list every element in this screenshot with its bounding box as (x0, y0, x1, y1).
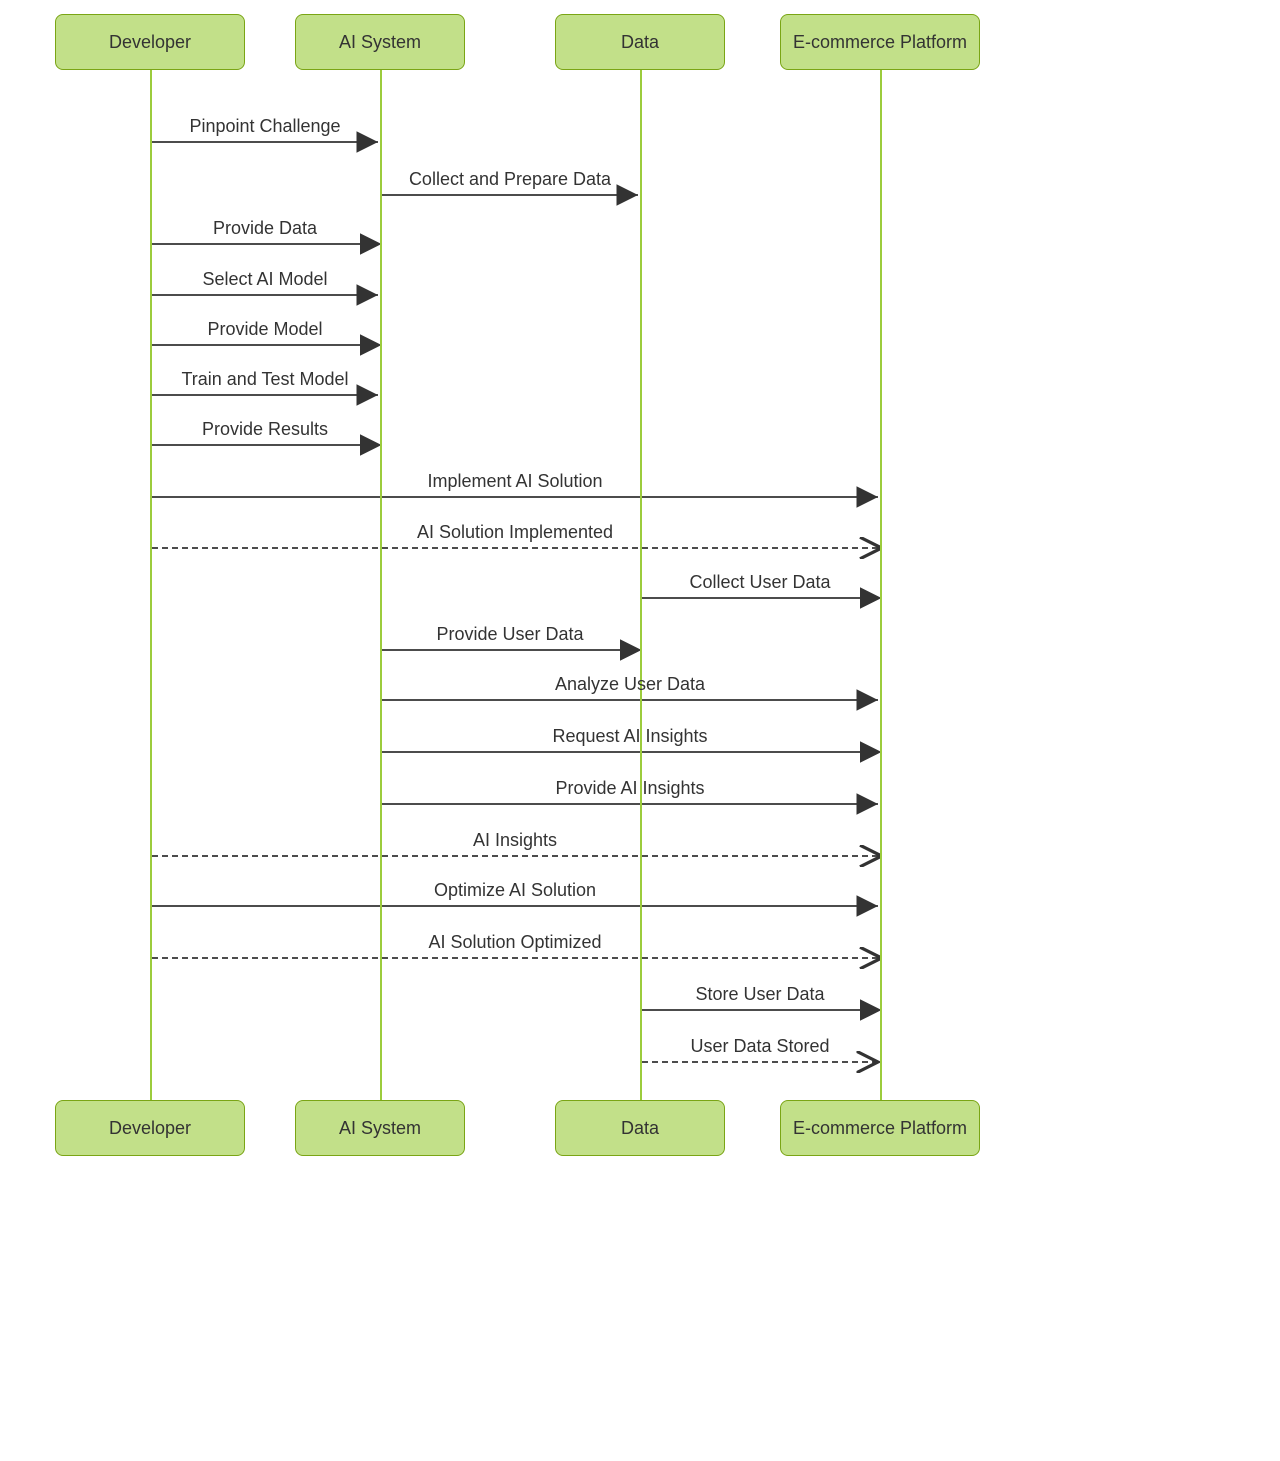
lifeline-developer (150, 70, 152, 1104)
message-label: AI Solution Optimized (428, 932, 601, 953)
message-label: AI Solution Implemented (417, 522, 613, 543)
message-label: Analyze User Data (555, 674, 705, 695)
message-label: Provide Results (202, 419, 328, 440)
message-label: User Data Stored (690, 1036, 829, 1057)
participant-platform-bottom: E-commerce Platform (780, 1100, 980, 1156)
participant-data-bottom: Data (555, 1100, 725, 1156)
sequence-diagram: Developer AI System Data E-commerce Platfor… (0, 0, 1280, 1461)
lifeline-platform (880, 70, 882, 1104)
message-label: Implement AI Solution (427, 471, 602, 492)
participant-data-top: Data (555, 14, 725, 70)
message-label: Select AI Model (202, 269, 327, 290)
message-label: Optimize AI Solution (434, 880, 596, 901)
message-label: Provide Model (207, 319, 322, 340)
message-label: Provide User Data (436, 624, 583, 645)
participant-developer-top: Developer (55, 14, 245, 70)
lifeline-ai-system (380, 70, 382, 1104)
message-label: Request AI Insights (552, 726, 707, 747)
message-label: Collect User Data (689, 572, 830, 593)
participant-developer-bottom: Developer (55, 1100, 245, 1156)
participant-platform-top: E-commerce Platform (780, 14, 980, 70)
participant-ai-system-bottom: AI System (295, 1100, 465, 1156)
message-label: AI Insights (473, 830, 557, 851)
message-label: Train and Test Model (181, 369, 348, 390)
message-label: Pinpoint Challenge (189, 116, 340, 137)
message-label: Provide AI Insights (555, 778, 704, 799)
message-label: Store User Data (695, 984, 824, 1005)
message-label: Provide Data (213, 218, 317, 239)
participant-ai-system-top: AI System (295, 14, 465, 70)
lifeline-data (640, 70, 642, 1104)
message-label: Collect and Prepare Data (409, 169, 611, 190)
